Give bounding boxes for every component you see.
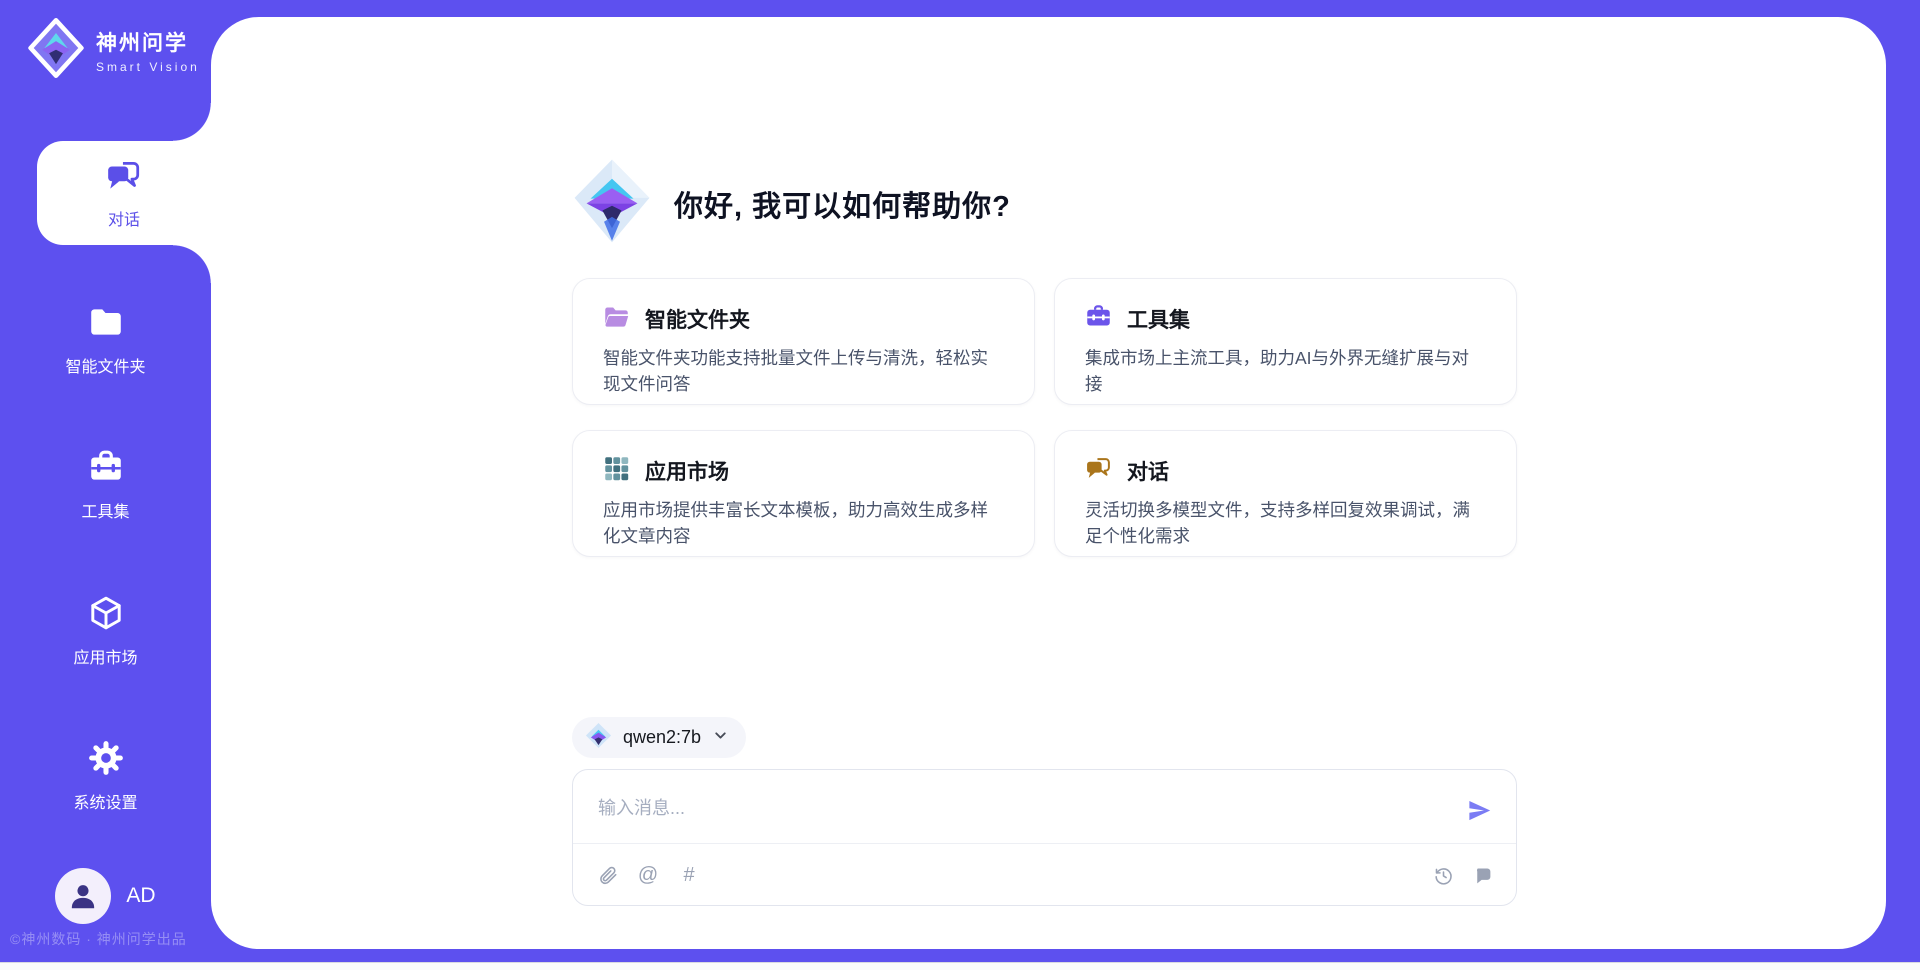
sidebar-item-settings[interactable]: 系统设置	[0, 739, 211, 813]
open-folder-icon	[603, 303, 630, 335]
model-name: qwen2:7b	[623, 727, 701, 748]
window-bottom-strip	[0, 962, 1920, 970]
send-button[interactable]	[1464, 795, 1494, 825]
card-title: 应用市场	[645, 456, 729, 486]
model-selector[interactable]: qwen2:7b	[572, 717, 746, 758]
send-icon	[1466, 797, 1493, 824]
brand-diamond-icon	[28, 18, 84, 83]
chevron-down-icon	[712, 727, 729, 749]
model-logo-icon	[585, 722, 612, 754]
card-title: 对话	[1127, 456, 1169, 486]
toolbox-icon	[87, 448, 125, 491]
sidebar-item-label: 智能文件夹	[65, 353, 145, 377]
hash-icon[interactable]: #	[677, 863, 701, 887]
feature-cards: 智能文件夹 智能文件夹功能支持批量文件上传与清洗，轻松实现文件问答 工具集 集成…	[572, 278, 1517, 557]
user-account[interactable]: AD	[0, 868, 211, 924]
sidebar-item-label: 工具集	[81, 498, 129, 522]
sidebar-item-label: 系统设置	[73, 789, 137, 813]
card-title: 智能文件夹	[645, 304, 750, 334]
sidebar: 神州问学 Smart Vision 对话 智能文件夹	[0, 0, 211, 970]
sidebar-item-chat[interactable]: 对话	[37, 141, 211, 245]
card-description: 灵活切换多模型文件，支持多样回复效果调试，满足个性化需求	[1085, 498, 1486, 550]
card-description: 集成市场上主流工具，助力AI与外界无缝扩展与对接	[1085, 346, 1486, 398]
grid-icon	[603, 455, 630, 487]
assistant-logo-icon	[572, 158, 652, 249]
sidebar-item-toolset[interactable]: 工具集	[0, 448, 211, 522]
chat-bubble-icon	[1085, 455, 1112, 487]
message-composer: @ #	[572, 769, 1517, 906]
app-root: 神州问学 Smart Vision 对话 智能文件夹	[0, 0, 1920, 970]
gear-icon	[87, 739, 125, 782]
card-title: 工具集	[1127, 304, 1190, 334]
sidebar-item-label: 应用市场	[73, 644, 137, 668]
user-avatar-icon	[66, 879, 100, 913]
greeting-block: 你好, 我可以如何帮助你?	[572, 158, 1011, 249]
composer-toolbar: @ #	[573, 844, 1516, 906]
briefcase-icon	[1085, 303, 1112, 335]
avatar	[55, 868, 111, 924]
greeting-title: 你好, 我可以如何帮助你?	[674, 183, 1011, 225]
history-icon[interactable]	[1431, 863, 1455, 887]
sidebar-item-label: 对话	[108, 206, 140, 230]
sidebar-item-app-market[interactable]: 应用市场	[0, 594, 211, 668]
attachment-icon[interactable]	[595, 863, 619, 887]
brand-logo: 神州问学 Smart Vision	[28, 18, 200, 83]
mention-icon[interactable]: @	[636, 863, 660, 887]
card-description: 智能文件夹功能支持批量文件上传与清洗，轻松实现文件问答	[603, 346, 1004, 398]
chat-icon	[105, 157, 143, 200]
card-toolset[interactable]: 工具集 集成市场上主流工具，助力AI与外界无缝扩展与对接	[1054, 278, 1517, 405]
card-app-market[interactable]: 应用市场 应用市场提供丰富长文本模板，助力高效生成多样化文章内容	[572, 430, 1035, 557]
card-chat[interactable]: 对话 灵活切换多模型文件，支持多样回复效果调试，满足个性化需求	[1054, 430, 1517, 557]
brand-subtitle: Smart Vision	[96, 60, 200, 74]
folder-icon	[87, 303, 125, 346]
brand-title: 神州问学	[96, 27, 200, 57]
cube-icon	[87, 594, 125, 637]
card-smart-folder[interactable]: 智能文件夹 智能文件夹功能支持批量文件上传与清洗，轻松实现文件问答	[572, 278, 1035, 405]
sidebar-item-smart-folder[interactable]: 智能文件夹	[0, 303, 211, 377]
comment-icon[interactable]	[1470, 863, 1494, 887]
sidebar-footer-text: ©神州数码 · 神州问学出品	[10, 929, 210, 949]
card-description: 应用市场提供丰富长文本模板，助力高效生成多样化文章内容	[603, 498, 1004, 550]
message-input[interactable]	[598, 790, 1428, 826]
user-name: AD	[126, 884, 155, 908]
